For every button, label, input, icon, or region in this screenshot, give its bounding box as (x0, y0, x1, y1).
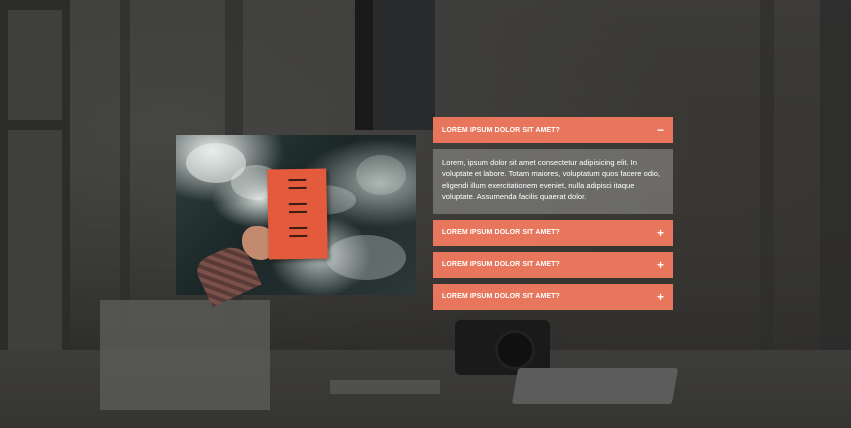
dark-overlay (0, 0, 851, 428)
accordion-item: LOREM IPSUM DOLOR SIT AMET? + (433, 251, 673, 278)
accordion-header[interactable]: LOREM IPSUM DOLOR SIT AMET? − (433, 117, 673, 143)
accordion-title: LOREM IPSUM DOLOR SIT AMET? (442, 229, 560, 237)
accordion-item: LOREM IPSUM DOLOR SIT AMET? − Lorem, ips… (433, 117, 673, 214)
accordion-header[interactable]: LOREM IPSUM DOLOR SIT AMET? + (433, 219, 673, 246)
accordion-title: LOREM IPSUM DOLOR SIT AMET? (442, 293, 560, 301)
minus-icon[interactable]: − (657, 124, 664, 136)
orange-book (267, 168, 328, 260)
accordion-header[interactable]: LOREM IPSUM DOLOR SIT AMET? + (433, 283, 673, 310)
background-photo (0, 0, 851, 428)
plus-icon[interactable]: + (657, 227, 664, 239)
accordion-header[interactable]: LOREM IPSUM DOLOR SIT AMET? + (433, 251, 673, 278)
accordion-body: Lorem, ipsum dolor sit amet consectetur … (433, 149, 673, 214)
accordion-item: LOREM IPSUM DOLOR SIT AMET? + (433, 283, 673, 310)
accordion-item: LOREM IPSUM DOLOR SIT AMET? + (433, 219, 673, 246)
plus-icon[interactable]: + (657, 259, 664, 271)
faq-accordion: LOREM IPSUM DOLOR SIT AMET? − Lorem, ips… (433, 117, 673, 316)
plus-icon[interactable]: + (657, 291, 664, 303)
accordion-title: LOREM IPSUM DOLOR SIT AMET? (442, 261, 560, 269)
accordion-title: LOREM IPSUM DOLOR SIT AMET? (442, 126, 560, 134)
